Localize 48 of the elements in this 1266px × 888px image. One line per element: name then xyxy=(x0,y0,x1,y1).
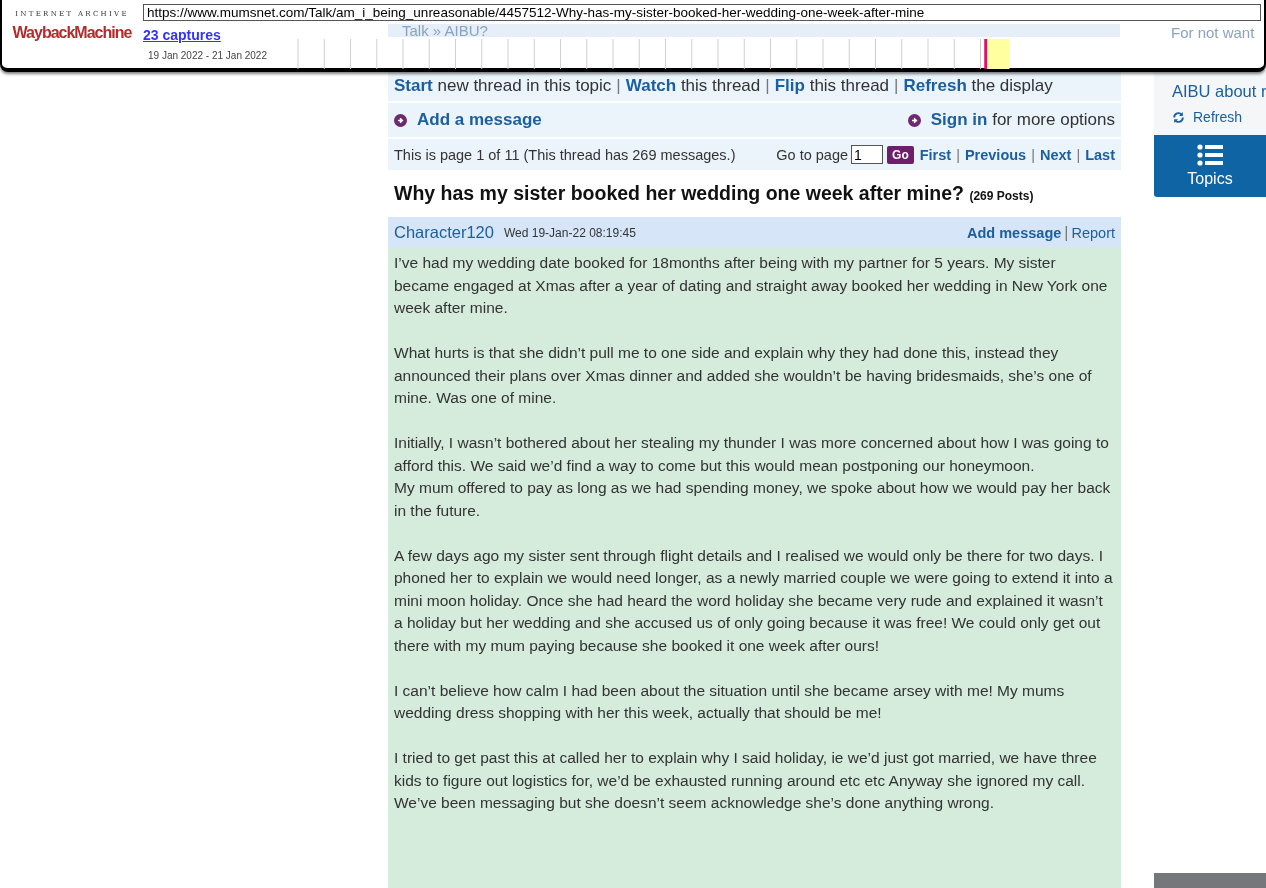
post-paragraph: I can’t believe how calm I had been about the situation until she became arsey with me! My mums wedding dress shopping with her this week, actually that should be me! xyxy=(394,680,1066,723)
thread-title: Why has my sister booked her wedding one week after mine? (269 Posts) xyxy=(394,182,1035,205)
separator: | xyxy=(956,146,960,163)
date-range: 19 Jan 2022 - 21 Jan 2022 xyxy=(148,50,268,61)
separator: | xyxy=(765,76,770,95)
separator: | xyxy=(616,76,621,95)
logo-wordmark: WaybackMachine xyxy=(12,24,132,42)
post-paragraph: I tried to get past this at called her to explain why I said holiday, ie we’d just got married, we have three kids to figure out logistics for, we’d be exhausted running around etc etc Anyway she ignored my call. We’ve been messaging but she doesn’t seem acknowledge she’s done anything wrong. xyxy=(394,748,1098,813)
page-link[interactable]: Last xyxy=(1085,146,1115,163)
sign-in-text: Sign in for more options xyxy=(930,110,1115,130)
sign-in-link[interactable]: Sign in xyxy=(930,110,988,129)
captures-link[interactable]: 23 captures xyxy=(143,27,273,43)
page-info: This is page 1 of 11 (This thread has 269 messages.) xyxy=(394,146,736,163)
separator: | xyxy=(1031,146,1035,163)
url-field[interactable]: https://www.mumsnet.com/Talk/am_i_being_unreasonable/4457512-Why-has-my-sister-booked-her-wedding-one-week-after-mine xyxy=(143,4,1261,21)
arrow-circle-icon xyxy=(394,113,407,127)
page-link[interactable]: Next xyxy=(1039,146,1072,163)
action-link[interactable]: Flip xyxy=(774,76,805,95)
action-link[interactable]: Start xyxy=(394,76,433,95)
list-icon xyxy=(1197,144,1223,166)
post-paragraph: I’ve had my wedding date booked for 18months after being with my partner for 5 years. My sister became engaged at Xmas after a year of dating and straight away booked her wedding in New York one week after mine. xyxy=(394,253,1109,318)
separator: | xyxy=(1064,223,1069,242)
page-field[interactable]: 1 xyxy=(851,145,884,164)
goto-label: Go to page xyxy=(776,146,849,163)
action-link[interactable]: Watch xyxy=(625,76,677,95)
page-link[interactable]: First xyxy=(919,146,952,163)
post-paragraph: Initially, I wasn’t bothered about her stealing my thunder I was more concerned about how I was going to afford this. We said we’d find a way to come but this would mean postponing our honeymoon. xyxy=(394,433,1110,476)
sidebar-link[interactable]: AIBU about r xyxy=(1172,82,1266,101)
post-paragraph: My mum offered to pay as long as we had spending money, we spoke about how we would pay her back in the future. xyxy=(394,478,1112,521)
separator: | xyxy=(894,76,899,95)
page-link[interactable]: Previous xyxy=(964,146,1027,163)
separator: | xyxy=(1076,146,1081,163)
topics-button[interactable]: Topics xyxy=(1154,135,1266,197)
post-action-link[interactable]: Report xyxy=(1071,224,1115,241)
refresh-icon xyxy=(1172,110,1185,124)
post-paragraph: A few days ago my sister sent through flight details and I realised we would only be there for two days. I phoned her to explain we would need longer, as a newly married couple we were going to extend it into a mini moon holiday. Once she had heard the word holiday she became very rude and explained it wasn’t a holiday but her wedding and she accused us of only going because it was free! We could only get out there with my mum paying because she booked it one week after ours! xyxy=(394,545,1114,656)
thread-actions: Start new thread in this topic | Watch this thread | Flip this thread | Refresh the display xyxy=(394,76,1053,96)
breadcrumb-text: Talk » AIBU? xyxy=(388,24,1120,37)
add-message-link[interactable]: Add a message xyxy=(417,110,542,130)
refresh-link[interactable]: Refresh xyxy=(1172,109,1266,125)
post-action-link[interactable]: Add message xyxy=(967,224,1062,241)
go-button[interactable]: Go xyxy=(887,145,914,164)
post-paragraph: What hurts is that she didn’t pull me to one side and explain why they had done this, instead they announced their plans over Xmas dinner and added she wouldn’t be having bridesmaids, she’s one of mine. Was one of mine. xyxy=(394,343,1093,408)
author-link[interactable]: Character120 xyxy=(394,223,494,242)
arrow-circle-icon xyxy=(907,113,921,127)
action-link[interactable]: Refresh xyxy=(903,76,967,95)
sidebar-text: For not want xyxy=(1171,26,1255,39)
post-date: Wed 19-Jan-22 08:19:45 xyxy=(504,225,637,240)
